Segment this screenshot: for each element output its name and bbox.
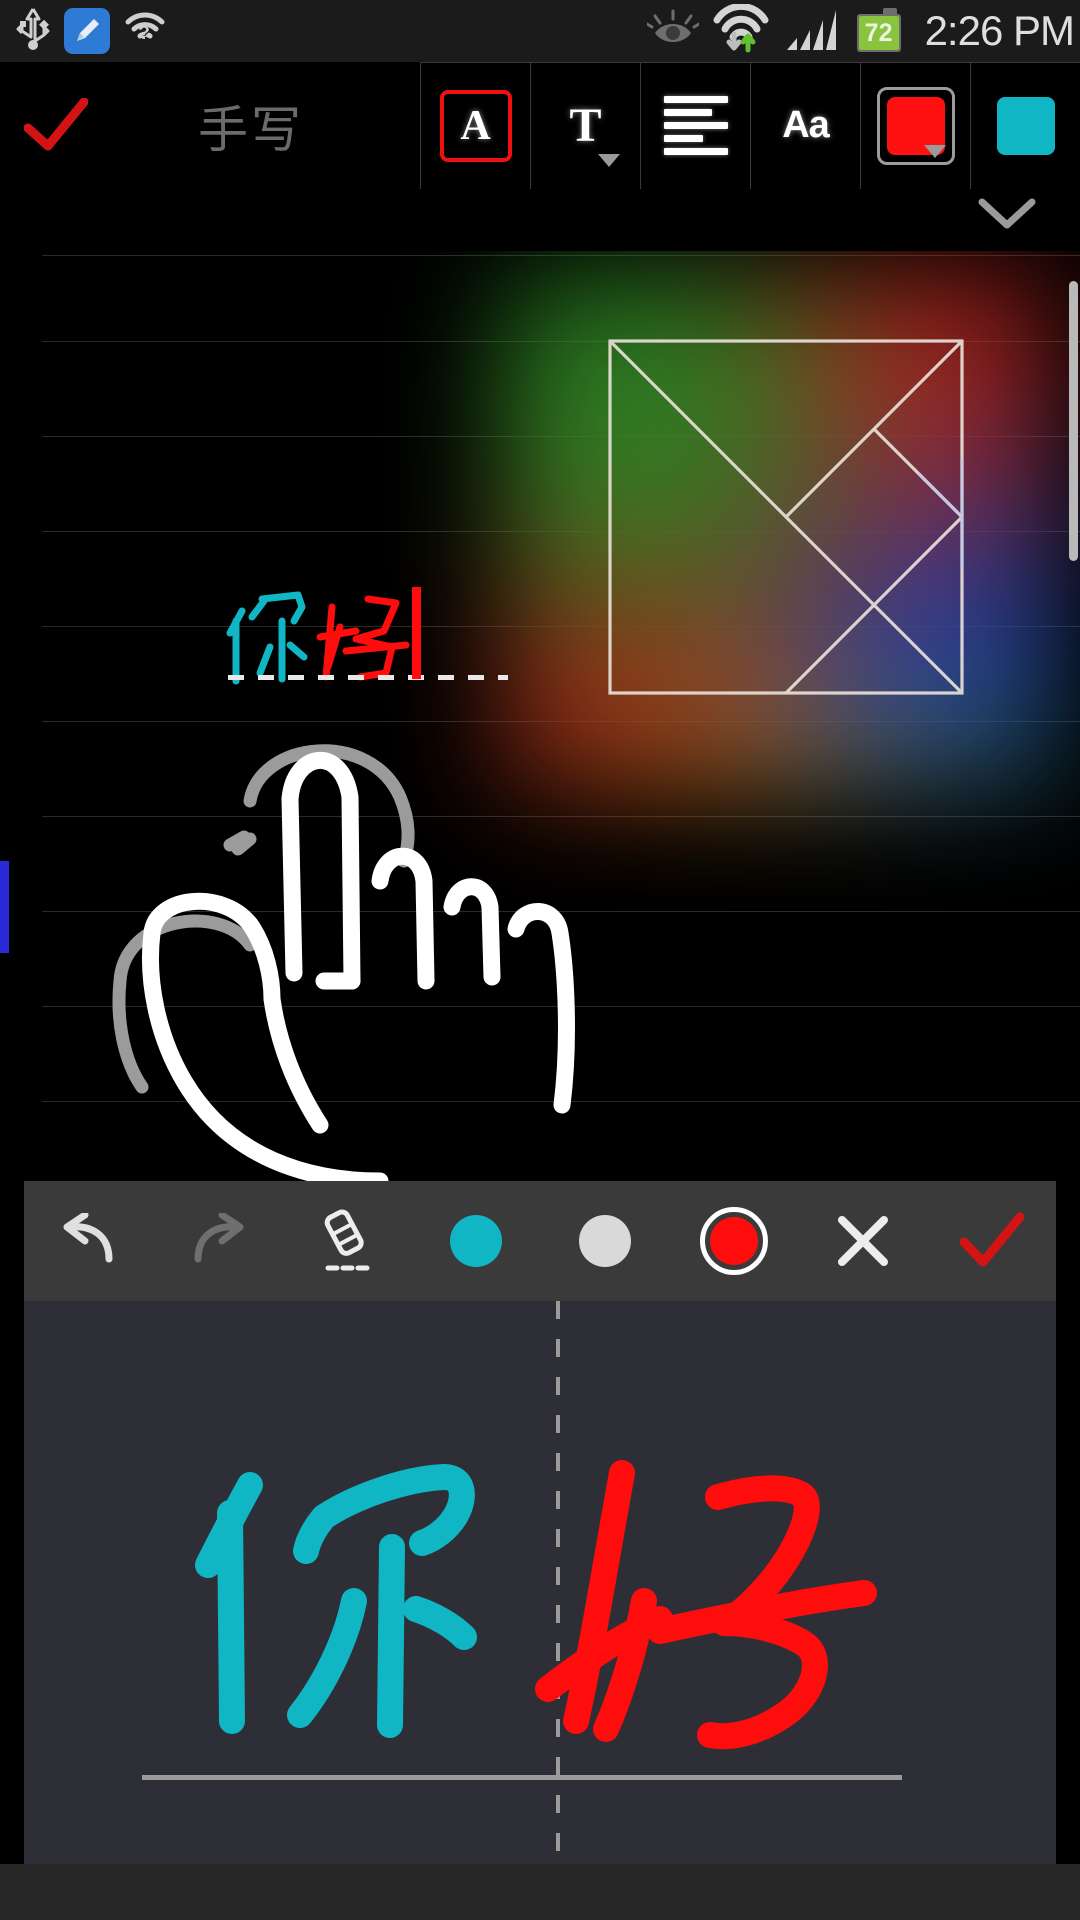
highlight-color-button[interactable] [970, 62, 1080, 189]
undo-button[interactable] [24, 1181, 153, 1301]
close-button[interactable] [798, 1181, 927, 1301]
handwriting-input-panel[interactable] [24, 1181, 1056, 1920]
cyan-swatch [996, 96, 1055, 155]
device-screen: ? ? 72 2:26 PM 手写 A T Aa [0, 0, 1080, 1920]
red-color-dot-selected [699, 1207, 768, 1275]
text-underline-dashed [228, 675, 508, 680]
text-style-icon: A [439, 89, 512, 162]
confirm-note-button[interactable] [0, 62, 112, 189]
font-size-icon: Aa [782, 104, 830, 146]
pen-color-red-button[interactable] [669, 1181, 798, 1301]
toolbar-collapse-row [0, 189, 1080, 251]
cleaner-icon [64, 8, 110, 54]
smart-stay-eye-icon [645, 7, 701, 56]
text-color-swatch-selected [876, 86, 955, 165]
page-scrollbar[interactable] [1069, 281, 1078, 561]
battery-percent-label: 72 [864, 18, 893, 47]
cyan-color-dot [449, 1215, 502, 1267]
status-bar-clock: 2:26 PM [924, 7, 1075, 54]
white-color-dot [578, 1215, 631, 1267]
chevron-down-icon [923, 144, 946, 158]
font-size-button[interactable]: Aa [750, 62, 860, 189]
paragraph-align-button[interactable] [640, 62, 750, 189]
top-toolbar: 手写 A T Aa [0, 62, 1080, 189]
hand-drawing [80, 681, 700, 1181]
page-title: 手写 [198, 101, 304, 158]
battery-icon: 72 [855, 8, 905, 54]
text-style-button[interactable]: A [420, 62, 530, 189]
handwriting-writing-area[interactable] [24, 1301, 1056, 1920]
wifi-question-icon: ? ? [124, 8, 166, 55]
redo-button[interactable] [153, 1181, 282, 1301]
status-bar-left-icons: ? ? [0, 7, 166, 56]
status-bar: ? ? 72 2:26 PM [0, 0, 1080, 62]
svg-text:?: ? [138, 23, 150, 44]
usb-icon [16, 7, 50, 56]
text-format-toolbar: A T Aa [420, 62, 1080, 189]
tangram-square-shape[interactable] [608, 339, 964, 700]
pen-color-white-button[interactable] [540, 1181, 669, 1301]
selection-left-marker [0, 861, 9, 953]
font-family-button[interactable]: T [530, 62, 640, 189]
pen-color-cyan-button[interactable] [411, 1181, 540, 1301]
wifi-transfer-icon [713, 2, 769, 59]
note-canvas[interactable] [0, 251, 1080, 1181]
collapse-toolbar-button[interactable] [978, 197, 1036, 231]
signal-bars-icon [783, 6, 841, 57]
chevron-down-icon [598, 154, 620, 167]
bottom-system-bar [0, 1864, 1080, 1920]
text-color-button[interactable] [860, 62, 970, 189]
eraser-button[interactable] [282, 1181, 411, 1301]
accept-button[interactable] [927, 1181, 1056, 1301]
text-cursor [412, 587, 421, 679]
font-family-icon: T [569, 99, 602, 152]
status-bar-right-icons: 72 2:26 PM [645, 2, 1080, 59]
handwriting-toolbar [24, 1181, 1056, 1301]
handwriting-ink [24, 1301, 1056, 1920]
align-left-icon [663, 96, 728, 155]
